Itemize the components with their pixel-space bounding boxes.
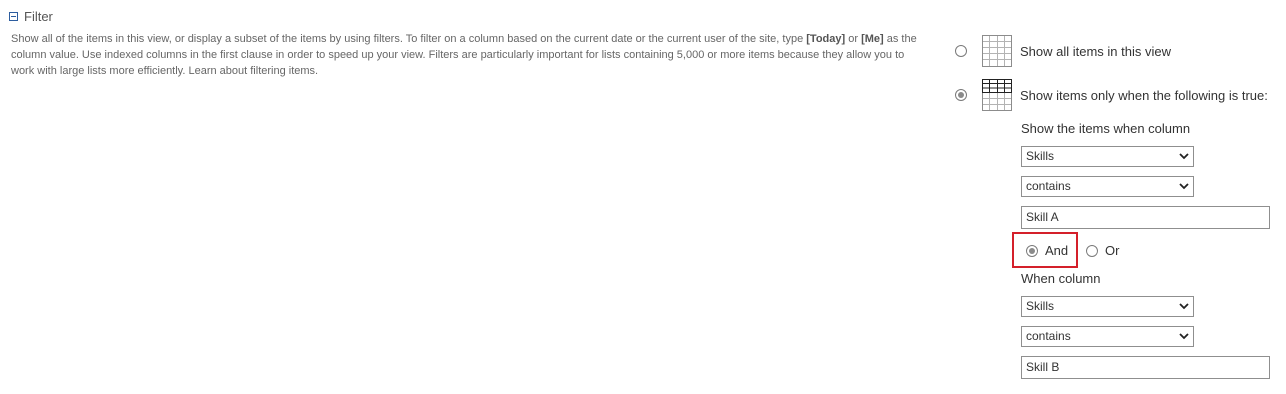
first-operator-value: contains: [1026, 179, 1071, 193]
description-today-token: [Today]: [806, 33, 846, 45]
and-option[interactable]: And: [1026, 243, 1068, 258]
show-filtered-radio[interactable]: [955, 89, 967, 101]
second-value-text: Skill B: [1026, 360, 1060, 374]
show-filtered-label: Show items only when the following is tr…: [1020, 87, 1268, 103]
chevron-down-icon: [1179, 153, 1189, 160]
second-operator-select[interactable]: contains: [1021, 326, 1194, 347]
description-text-1: Show all of the items in this view, or d…: [11, 33, 807, 45]
chevron-down-icon: [1179, 333, 1189, 340]
or-option[interactable]: Or: [1086, 243, 1119, 258]
show-all-radio[interactable]: [955, 45, 967, 57]
list-grid-icon: [982, 35, 1012, 67]
description-me-token: [Me]: [861, 33, 884, 45]
first-column-select[interactable]: Skills: [1021, 146, 1194, 167]
first-column-value: Skills: [1026, 149, 1055, 163]
second-clause-caption: When column: [1021, 271, 1101, 286]
list-filter-icon: [982, 79, 1012, 111]
description-text-2: or: [845, 33, 862, 45]
show-all-label: Show all items in this view: [1020, 43, 1171, 59]
option-show-filtered[interactable]: Show items only when the following is tr…: [955, 79, 1268, 111]
second-operator-value: contains: [1026, 329, 1071, 343]
or-radio[interactable]: [1086, 244, 1098, 257]
first-value-text: Skill A: [1026, 210, 1059, 224]
second-value-input[interactable]: Skill B: [1021, 356, 1270, 379]
option-show-all[interactable]: Show all items in this view: [955, 35, 1171, 67]
filter-section-header[interactable]: Filter: [8, 7, 53, 25]
chevron-down-icon: [1179, 183, 1189, 190]
filter-description: Show all of the items in this view, or d…: [11, 31, 926, 79]
and-label: And: [1045, 243, 1069, 258]
first-operator-select[interactable]: contains: [1021, 176, 1194, 197]
first-clause-caption: Show the items when column: [1021, 121, 1191, 136]
and-radio[interactable]: [1026, 244, 1038, 257]
or-label: Or: [1105, 243, 1120, 258]
collapse-icon[interactable]: [9, 11, 18, 21]
chevron-down-icon: [1179, 303, 1189, 310]
section-title: Filter: [24, 8, 53, 24]
second-column-select[interactable]: Skills: [1021, 296, 1194, 317]
first-value-input[interactable]: Skill A: [1021, 206, 1270, 229]
second-column-value: Skills: [1026, 299, 1055, 313]
